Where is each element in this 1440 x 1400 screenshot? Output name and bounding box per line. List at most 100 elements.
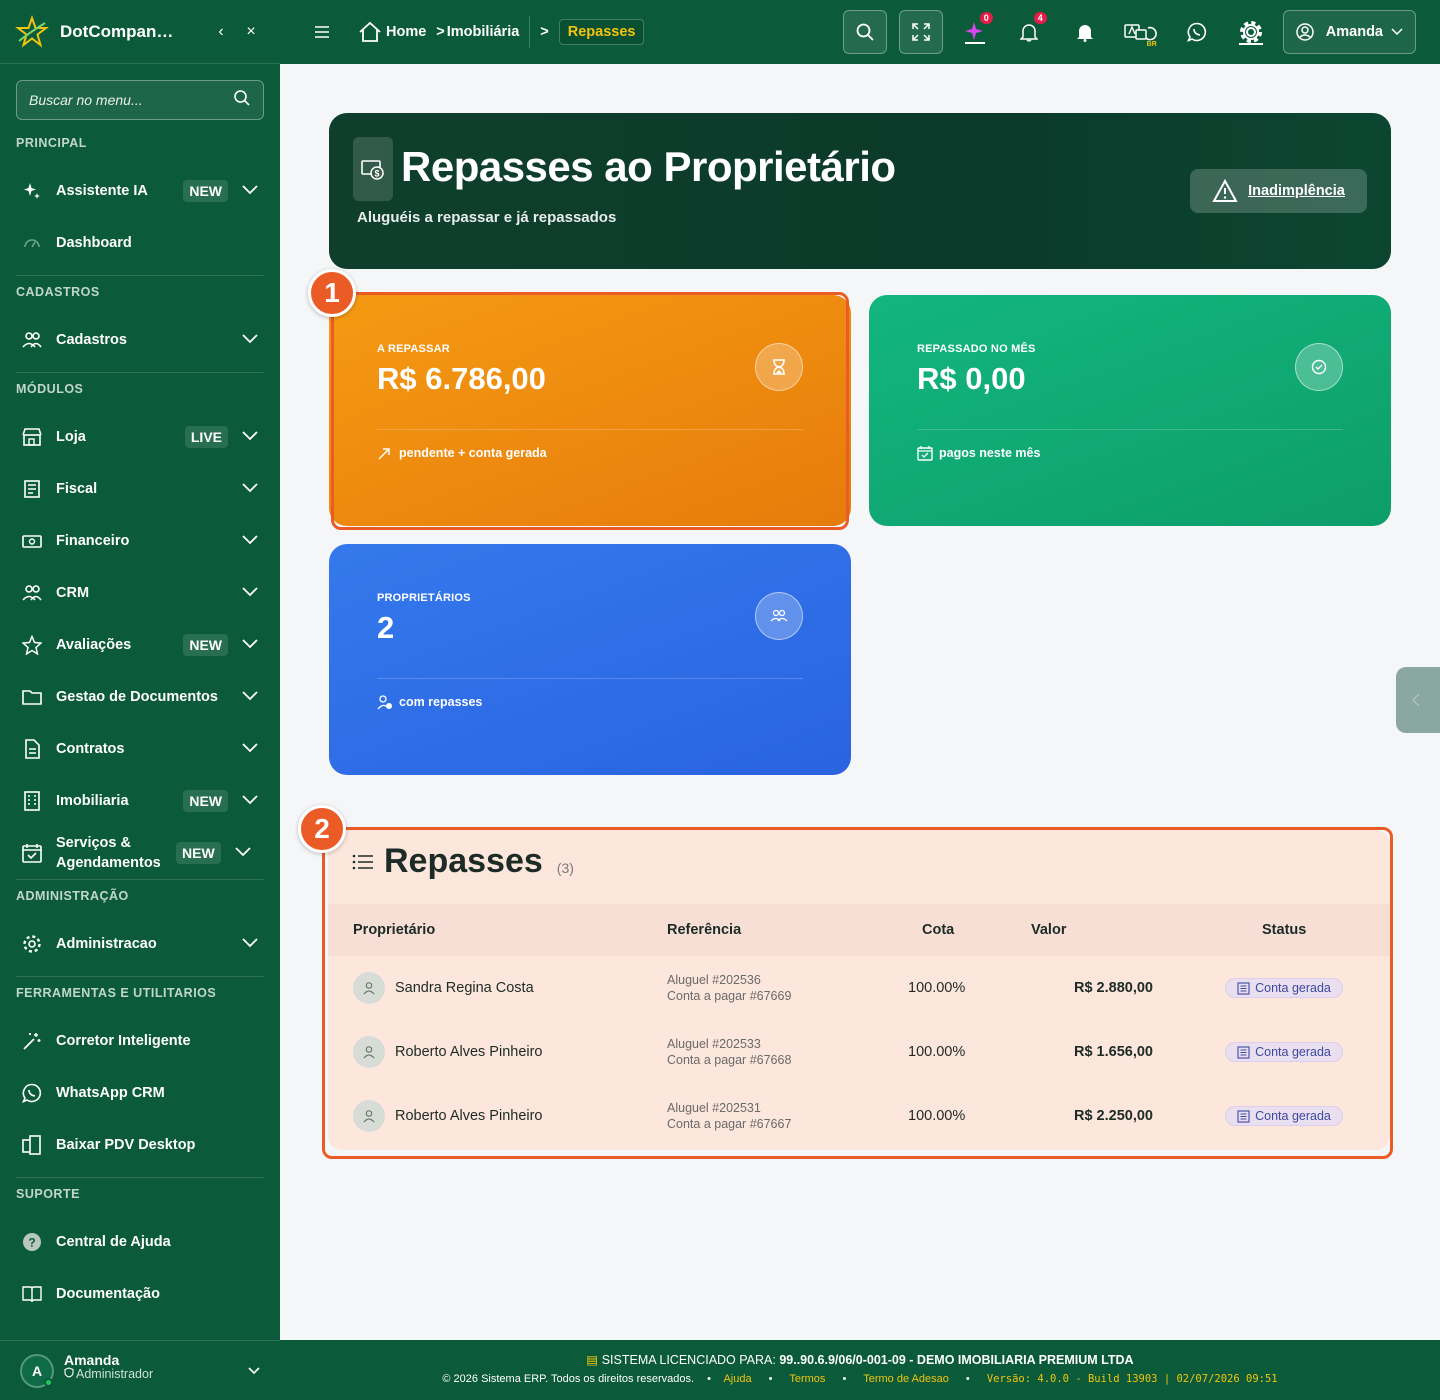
nav-financeiro[interactable]: Financeiro [0, 515, 280, 567]
bell-icon [1019, 22, 1038, 42]
close-sidebar-icon[interactable]: × [236, 23, 266, 41]
step-marker-2: 2 [298, 805, 346, 853]
menu-search-input[interactable]: Buscar no menu... [16, 80, 264, 120]
nav-crm[interactable]: CRM [0, 567, 280, 619]
section-cadastros: CADASTROS [16, 285, 100, 299]
sparkle-icon [20, 179, 44, 203]
nav-dashboard[interactable]: Dashboard [0, 217, 280, 269]
nav-label: Cadastros [56, 332, 127, 348]
desktop-download-icon [20, 1133, 44, 1157]
document-icon [20, 737, 44, 761]
breadcrumb: Home > Imobiliária > Repasses [358, 16, 645, 48]
chevron-down-icon [240, 429, 260, 445]
ai-badge: 0 [979, 12, 993, 24]
online-dot [44, 1377, 53, 1387]
card-footer-text: com repasses [399, 695, 483, 709]
nav-avaliacoes[interactable]: Avaliações NEW [0, 619, 280, 671]
nav-label: CRM [56, 585, 90, 601]
card-value: 2 [377, 610, 395, 645]
chevron-down-icon [240, 481, 260, 497]
gear-icon [1238, 19, 1264, 45]
breadcrumb-home[interactable]: Home [386, 24, 426, 40]
chevron-down-icon [248, 1362, 260, 1380]
settings-button[interactable] [1229, 10, 1273, 54]
user-role-line: Administrador [64, 1367, 248, 1381]
nav-label: Imobiliaria [56, 793, 129, 809]
avatar-initial: A [31, 1362, 43, 1379]
nav-label: Documentação [56, 1286, 160, 1302]
nav-documentacao[interactable]: Documentação [0, 1268, 280, 1320]
chevron-down-icon [240, 689, 260, 705]
nav-baixar-pdv[interactable]: Baixar PDV Desktop [0, 1119, 280, 1171]
side-panel-toggle[interactable] [1396, 667, 1440, 733]
svg-text:?: ? [28, 1236, 35, 1250]
version-info: Versão: 4.0.0 - Build 13903 | 02/07/2026… [986, 1373, 1278, 1385]
search-icon [855, 22, 875, 42]
nav-label: Avaliações [56, 637, 132, 653]
nav-central-ajuda[interactable]: ? Central de Ajuda [0, 1216, 280, 1268]
menu-search-placeholder: Buscar no menu... [29, 92, 143, 108]
ai-assistant-button[interactable]: 0 [953, 10, 997, 54]
nav-label: Dashboard [56, 235, 132, 251]
nav-servicos[interactable]: Serviços & Agendamentos NEW [0, 827, 280, 879]
nav-gestao-documentos[interactable]: Gestao de Documentos [0, 671, 280, 723]
nav-contratos[interactable]: Contratos [0, 723, 280, 775]
user-name: Amanda [64, 1351, 120, 1368]
nav-assistente-ia[interactable]: Assistente IA NEW [0, 165, 280, 217]
home-icon[interactable] [358, 21, 382, 43]
nav-label: Financeiro [56, 533, 130, 549]
lang-tag: BR [1146, 41, 1157, 48]
inadimplencia-button[interactable]: Inadimplência [1190, 169, 1367, 213]
notifications-button[interactable]: 4 [1007, 10, 1051, 54]
card-label: REPASSADO NO MÊS [917, 343, 1036, 355]
user-menu-button[interactable]: Amanda [1282, 10, 1416, 54]
breadcrumb-imobiliaria[interactable]: Imobiliária [447, 24, 520, 40]
building-icon: ▤ [586, 1353, 599, 1367]
breadcrumb-divider [529, 16, 531, 48]
user-circle-icon [1296, 23, 1314, 41]
sidebar-user[interactable]: A Amanda Administrador [0, 1340, 280, 1400]
users-icon [755, 592, 803, 640]
breadcrumb-repasses: Repasses [558, 19, 645, 45]
menu-toggle-icon[interactable] [314, 25, 338, 39]
nav-loja[interactable]: Loja LIVE [0, 411, 280, 463]
nav-administracao[interactable]: Administracao [0, 918, 280, 970]
collapse-sidebar-icon[interactable]: ‹ [206, 23, 236, 41]
nav-label: Baixar PDV Desktop [56, 1137, 196, 1153]
nav-whatsapp-crm[interactable]: WhatsApp CRM [0, 1067, 280, 1119]
copyright: © 2026 Sistema ERP. Todos os direitos re… [442, 1373, 695, 1385]
search-icon[interactable] [233, 89, 251, 112]
footer-link-adesao[interactable]: Termo de Adesao [863, 1373, 949, 1385]
new-badge: NEW [183, 790, 228, 812]
language-button[interactable]: BR [1119, 10, 1163, 54]
svg-text:$: $ [374, 169, 379, 179]
notif-badge: 4 [1033, 12, 1047, 24]
footer-link-termos[interactable]: Termos [789, 1373, 825, 1385]
nav-imobiliaria[interactable]: Imobiliaria NEW [0, 775, 280, 827]
nav-fiscal[interactable]: Fiscal [0, 463, 280, 515]
nav-corretor-inteligente[interactable]: Corretor Inteligente [0, 1015, 280, 1067]
global-search-button[interactable] [842, 10, 887, 54]
card-repassado-mes: REPASSADO NO MÊS R$ 0,00 pagos neste mês [869, 295, 1391, 526]
page-title: Repasses ao Proprietário [401, 143, 896, 190]
expand-icon [912, 23, 930, 41]
alerts-button[interactable] [1063, 10, 1107, 54]
bell-filled-icon [1076, 22, 1094, 42]
magic-wand-icon [20, 1029, 44, 1053]
nav-label: Fiscal [56, 481, 98, 497]
user-role: Administrador [76, 1366, 154, 1381]
warning-icon [1212, 179, 1238, 203]
user-menu-name: Amanda [1325, 24, 1383, 40]
card-label: PROPRIETÁRIOS [377, 592, 471, 604]
whatsapp-button[interactable] [1175, 10, 1219, 54]
card-footer: pagos neste mês [917, 445, 1040, 461]
book-icon [20, 1282, 44, 1306]
footer-link-ajuda[interactable]: Ajuda [723, 1373, 751, 1385]
license-value: 99..90.6.9/06/0-001-09 - DEMO IMOBILIARI… [779, 1353, 1134, 1367]
help-icon: ? [20, 1230, 44, 1254]
nav-label: Loja [56, 429, 86, 445]
fullscreen-button[interactable] [898, 10, 943, 54]
nav-cadastros[interactable]: Cadastros [0, 314, 280, 366]
separator-dot: • [768, 1373, 773, 1385]
nav-label: Assistente IA [56, 183, 148, 199]
